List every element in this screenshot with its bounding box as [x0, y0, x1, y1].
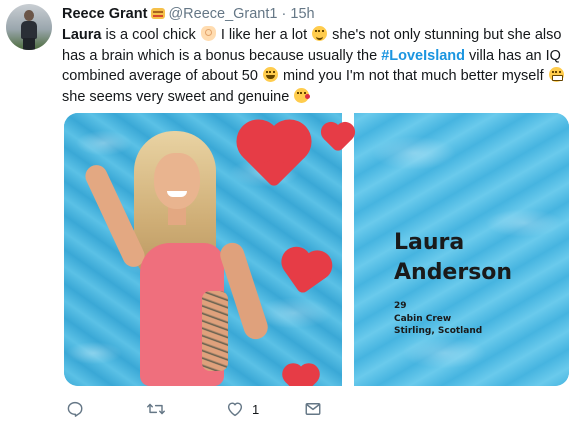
image-divider-strip [342, 113, 354, 386]
timestamp[interactable]: 15h [290, 6, 314, 22]
avatar[interactable] [6, 4, 52, 50]
header-separator: · [281, 6, 287, 22]
contestant-photo [81, 131, 282, 386]
like-button[interactable]: 1 [226, 398, 259, 420]
like-heart-icon [226, 400, 244, 418]
tweet-media-image[interactable]: Laura Anderson 29 Cabin Crew Stirling, S… [64, 113, 569, 386]
ok-hand-emoji-icon [200, 26, 216, 41]
tweet-actions: 1 [64, 398, 364, 420]
like-count: 1 [252, 401, 260, 417]
avatar-person-legs [23, 38, 35, 50]
direct-message-button[interactable] [304, 398, 322, 420]
tweet-text-part-5: mind you I'm not that much better myself [278, 68, 548, 84]
display-name[interactable]: Reece Grant [62, 6, 147, 22]
avatar-person-body [21, 21, 37, 39]
face-blowing-kiss-emoji-icon [294, 87, 311, 103]
hashtag-link[interactable]: #LoveIsland [381, 48, 465, 64]
tweet-text-part-6: she seems very sweet and genuine [62, 88, 294, 105]
direct-message-icon [304, 400, 322, 418]
card-occupation: Cabin Crew [394, 313, 452, 324]
retweet-icon [146, 400, 166, 418]
retweet-button[interactable] [146, 398, 166, 420]
blushing-smile-emoji-icon [312, 26, 328, 41]
tweet-text-name: Laura [62, 27, 102, 43]
contestant-name-card: Laura Anderson 29 Cabin Crew Stirling, S… [394, 228, 554, 338]
tweet-content: Reece Grant @Reece_Grant1 · 15h Laura is … [62, 5, 572, 107]
grimacing-emoji-icon [548, 67, 564, 82]
card-age: 29 [394, 301, 407, 311]
tweet-text-part-1: is a cool chick [101, 27, 200, 43]
tweet-text-part-2: I like her a lot [216, 27, 312, 43]
contestant-face [154, 153, 200, 209]
inflatable-heart-icon [285, 366, 317, 386]
tweet-text: Laura is a cool chick I like her a lot s… [62, 25, 574, 107]
tweet-header: Reece Grant @Reece_Grant1 · 15h [62, 5, 572, 23]
card-first-name: Laura [394, 230, 465, 255]
avatar-person-head [24, 10, 34, 21]
reply-button[interactable] [66, 398, 84, 420]
user-handle[interactable]: @Reece_Grant1 [168, 6, 277, 22]
card-last-name: Anderson [394, 260, 513, 285]
tears-of-joy-emoji-icon [262, 67, 278, 82]
contestant-tattoo [202, 291, 228, 371]
tweet[interactable]: Reece Grant @Reece_Grant1 · 15h Laura is … [0, 0, 578, 427]
reply-icon [66, 400, 84, 418]
card-location: Stirling, Scotland [394, 326, 483, 336]
burger-emoji-icon [151, 8, 166, 19]
card-details: 29 Cabin Crew Stirling, Scotland [394, 300, 554, 338]
